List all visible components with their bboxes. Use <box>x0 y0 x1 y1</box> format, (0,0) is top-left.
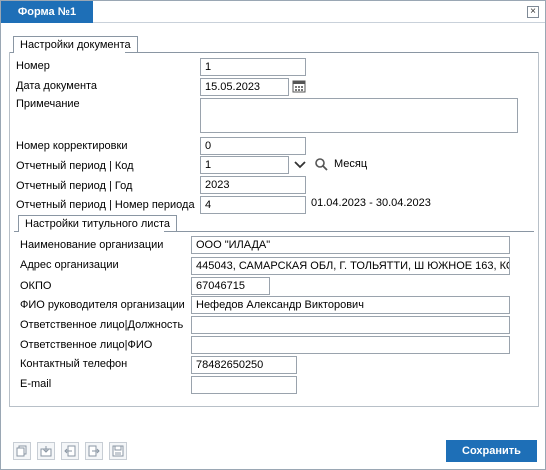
number-field[interactable]: 1 <box>200 58 306 76</box>
period-range: 01.04.2023 - 30.04.2023 <box>311 197 431 209</box>
period-number-label: Отчетный период | Номер периода <box>16 199 195 211</box>
subtab-underline-left <box>14 231 18 232</box>
period-code-label: Отчетный период | Код <box>16 160 134 172</box>
export-left-button[interactable] <box>61 442 79 460</box>
period-year-label: Отчетный период | Год <box>16 180 133 192</box>
copy-button[interactable] <box>13 442 31 460</box>
email-field[interactable] <box>191 376 297 394</box>
copy-icon <box>16 445 27 457</box>
search-icon[interactable] <box>314 157 328 171</box>
save-disk-button[interactable] <box>109 442 127 460</box>
close-button[interactable]: × <box>527 6 539 18</box>
okpo-label: ОКПО <box>20 280 52 292</box>
org-name-label: Наименование организации <box>20 239 164 251</box>
export-right-button[interactable] <box>85 442 103 460</box>
save-button[interactable]: Сохранить <box>446 440 537 462</box>
org-address-field[interactable]: 445043, САМАРСКАЯ ОБЛ, Г. ТОЛЬЯТТИ, Ш ЮЖ… <box>191 257 510 275</box>
tab-title-sheet-settings[interactable]: Настройки титульного листа <box>18 215 177 232</box>
head-label: ФИО руководителя организации <box>20 299 185 311</box>
date-field[interactable]: 15.05.2023 <box>200 78 289 96</box>
import-button[interactable] <box>37 442 55 460</box>
note-label: Примечание <box>16 98 80 110</box>
phone-label: Контактный телефон <box>20 358 128 370</box>
export-left-icon <box>64 445 76 457</box>
import-icon <box>40 446 52 457</box>
note-field[interactable] <box>200 98 518 133</box>
period-number-field[interactable]: 4 <box>200 196 306 214</box>
date-label: Дата документа <box>16 80 98 92</box>
resp-position-label: Ответственное лицо|Должность <box>20 319 184 331</box>
save-disk-icon <box>112 445 124 457</box>
window-title: Форма №1 <box>1 1 93 23</box>
export-right-icon <box>88 445 100 457</box>
resp-name-label: Ответственное лицо|ФИО <box>20 339 153 351</box>
okpo-field[interactable]: 67046715 <box>191 277 270 295</box>
org-name-field[interactable]: ООО "ИЛАДА" <box>191 236 510 254</box>
period-code-field[interactable]: 1 <box>200 156 289 174</box>
chevron-down-icon[interactable] <box>293 157 307 171</box>
subtab-underline-right <box>164 231 534 232</box>
head-field[interactable]: Нефедов Александр Викторович <box>191 296 510 314</box>
title-divider <box>93 22 545 23</box>
resp-name-field[interactable] <box>191 336 510 354</box>
phone-field[interactable]: 78482650250 <box>191 356 297 374</box>
resp-position-field[interactable] <box>191 316 510 334</box>
org-address-label: Адрес организации <box>20 259 119 271</box>
period-year-field[interactable]: 2023 <box>200 176 306 194</box>
calendar-icon[interactable] <box>292 79 306 93</box>
email-label: E-mail <box>20 378 52 390</box>
period-code-text: Месяц <box>334 158 368 170</box>
tab-document-settings[interactable]: Настройки документа <box>13 36 138 53</box>
form-window: Форма №1 × Настройки документа Номер 1 Д… <box>0 0 546 470</box>
correction-label: Номер корректировки <box>16 140 128 152</box>
number-label: Номер <box>16 60 50 72</box>
correction-field[interactable]: 0 <box>200 137 306 155</box>
